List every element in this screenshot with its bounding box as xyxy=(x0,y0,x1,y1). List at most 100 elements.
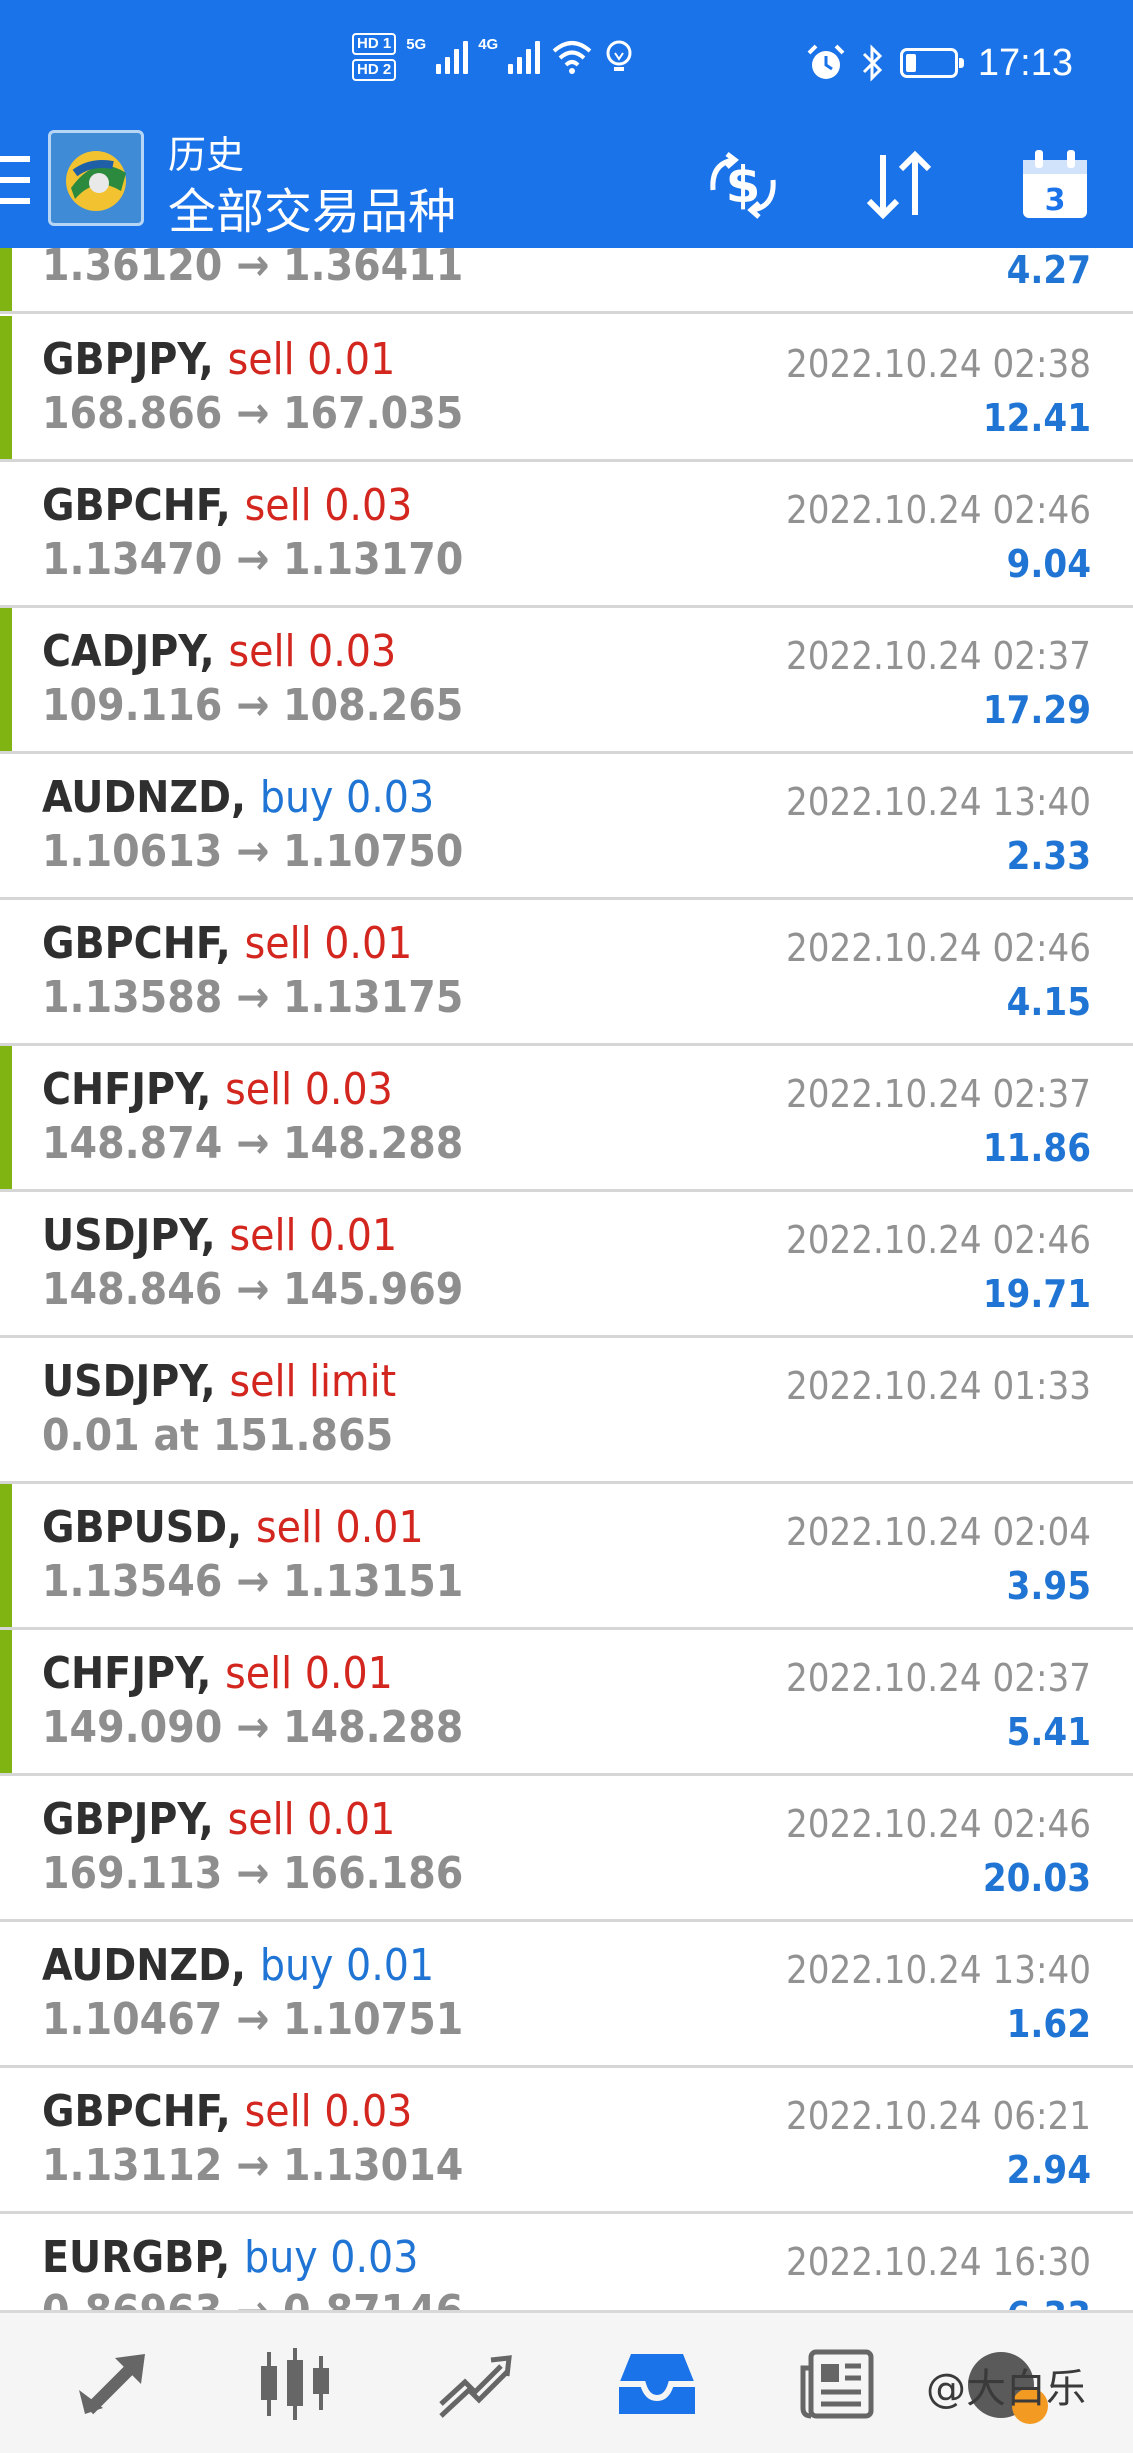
list-item[interactable]: CHFJPY, sell 0.01 149.090 → 148.288 2022… xyxy=(0,1630,1133,1776)
price-line: 148.846 → 145.969 xyxy=(42,1264,464,1315)
nav-trade[interactable] xyxy=(430,2339,520,2429)
deal-label: sell 0.03 xyxy=(225,1064,393,1115)
alarm-icon xyxy=(807,44,845,79)
symbol-filter-title[interactable]: 全部交易品种 xyxy=(168,172,456,242)
symbol-label: GBPCHF, xyxy=(42,918,231,969)
deal-label: sell 0.01 xyxy=(244,918,413,969)
price-line: 1.10467 → 1.10751 xyxy=(42,1994,464,2045)
status-time: 17:13 xyxy=(977,41,1073,84)
watermark: @大白乐 xyxy=(926,2338,1133,2428)
profit-value: 9.04 xyxy=(1006,542,1091,586)
deal-label: buy 0.03 xyxy=(259,772,435,823)
trade-time: 2022.10.24 02:46 xyxy=(785,926,1091,970)
trade-time: 2022.10.24 02:38 xyxy=(785,342,1091,386)
trade-line-icon xyxy=(439,2355,512,2418)
list-item[interactable]: USDJPY, sell 0.01 148.846 → 145.969 2022… xyxy=(0,1192,1133,1338)
sort-button[interactable] xyxy=(856,142,942,228)
profit-value: 2.33 xyxy=(1006,834,1091,878)
deal-label: sell 0.01 xyxy=(229,1210,398,1261)
sort-arrows-icon xyxy=(866,150,932,220)
nav-history[interactable] xyxy=(612,2339,702,2429)
list-item[interactable]: AUDNZD, buy 0.03 1.10613 → 1.10750 2022.… xyxy=(0,754,1133,900)
app-bar: 历史 全部交易品种 $ 3 xyxy=(0,120,1133,248)
network-5g-label: 5G xyxy=(406,36,427,53)
price-line: 1.13112 → 1.13014 xyxy=(42,2140,464,2191)
price-line: 169.113 → 166.186 xyxy=(42,1848,464,1899)
list-item[interactable]: USDJPY, sell limit 0.01 at 151.865 2022.… xyxy=(0,1338,1133,1484)
nav-news[interactable] xyxy=(792,2339,882,2429)
menu-icon[interactable] xyxy=(0,156,30,204)
symbol-label: EURGBP, xyxy=(42,2232,231,2283)
deal-label: sell limit xyxy=(229,1356,397,1407)
deal-label: sell 0.01 xyxy=(256,1502,424,1553)
price-line: 1.13588 → 1.13175 xyxy=(42,972,464,1023)
profit-value: 5.41 xyxy=(1006,1710,1091,1754)
price-line: 148.874 → 148.288 xyxy=(42,1118,464,1169)
price-line: 149.090 → 148.288 xyxy=(42,1702,464,1753)
price-line: 0.86963 → 0.87146 xyxy=(42,2286,463,2310)
battery-icon xyxy=(899,48,964,78)
symbol-label: GBPCHF, xyxy=(42,480,231,531)
signal-group: HD 1 HD 2 5G 4G xyxy=(352,30,634,84)
list-item[interactable]: CHFJPY, sell 0.03 148.874 → 148.288 2022… xyxy=(0,1046,1133,1192)
deal-label: buy 0.01 xyxy=(259,1940,435,1991)
trade-time: 2022.10.24 16:30 xyxy=(785,2240,1091,2284)
symbol-label: CHFJPY, xyxy=(42,1064,212,1115)
quotes-arrows-icon xyxy=(79,2354,145,2415)
profit-value: 4.15 xyxy=(1006,980,1091,1024)
deal-label: sell 0.01 xyxy=(227,1794,396,1845)
profit-value: 11.86 xyxy=(982,1126,1091,1170)
list-item[interactable]: GBPCHF, sell 0.03 1.13470 → 1.13170 2022… xyxy=(0,462,1133,608)
profit-value: 1.62 xyxy=(1006,2002,1091,2046)
deal-label: sell 0.03 xyxy=(244,480,413,531)
currency-exchange-button[interactable]: $ xyxy=(700,142,786,228)
list-item[interactable]: CADJPY, sell 0.03 109.116 → 108.265 2022… xyxy=(0,608,1133,754)
trade-time: 2022.10.24 02:04 xyxy=(785,1510,1091,1554)
price-line: 1.36120 → 1.36411 xyxy=(42,248,464,291)
deal-label: sell 0.01 xyxy=(225,1648,393,1699)
list-item[interactable]: 1.36120 → 1.36411 4.27 xyxy=(0,248,1133,314)
list-item[interactable]: GBPUSD, sell 0.01 1.13546 → 1.13151 2022… xyxy=(0,1484,1133,1630)
trade-time: 2022.10.24 02:46 xyxy=(785,488,1091,532)
symbol-label: GBPJPY, xyxy=(42,334,214,385)
deal-label: sell 0.03 xyxy=(228,626,397,677)
symbol-label: CADJPY, xyxy=(42,626,215,677)
nav-quotes[interactable] xyxy=(70,2339,160,2429)
trade-time: 2022.10.24 02:37 xyxy=(785,634,1091,678)
symbol-label: GBPJPY, xyxy=(42,1794,214,1845)
list-item[interactable]: EURGBP, buy 0.03 0.86963 → 0.87146 2022.… xyxy=(0,2214,1133,2310)
trade-time: 2022.10.24 02:46 xyxy=(785,1802,1091,1846)
list-item[interactable]: AUDNZD, buy 0.01 1.10467 → 1.10751 2022.… xyxy=(0,1922,1133,2068)
price-line: 1.13546 → 1.13151 xyxy=(42,1556,464,1607)
deal-label: sell 0.01 xyxy=(227,334,396,385)
symbol-label: AUDNZD, xyxy=(42,772,247,823)
hd2-badge: HD 2 xyxy=(352,59,397,81)
profit-value: 2.94 xyxy=(1006,2148,1091,2192)
profit-value: 6.33 xyxy=(1007,2294,1091,2310)
list-item[interactable]: GBPJPY, sell 0.01 168.866 → 167.035 2022… xyxy=(0,316,1133,462)
hd1-badge: HD 1 xyxy=(352,33,397,55)
list-item[interactable]: GBPCHF, sell 0.01 1.13588 → 1.13175 2022… xyxy=(0,900,1133,1046)
price-line: 0.01 at 151.865 xyxy=(42,1410,394,1461)
nav-chart[interactable] xyxy=(250,2339,340,2429)
currency-exchange-icon: $ xyxy=(710,152,776,219)
trade-time: 2022.10.24 02:46 xyxy=(785,1218,1091,1262)
trade-history-list[interactable]: 1.36120 → 1.36411 4.27 GBPJPY, sell 0.01… xyxy=(0,248,1133,2310)
calendar-icon: 3 xyxy=(1023,150,1087,218)
list-item[interactable]: GBPJPY, sell 0.01 169.113 → 166.186 2022… xyxy=(0,1776,1133,1922)
history-inbox-icon xyxy=(619,2354,695,2414)
trade-time: 2022.10.24 13:40 xyxy=(785,1948,1091,1992)
trade-time: 2022.10.24 13:40 xyxy=(785,780,1091,824)
price-line: 168.866 → 167.035 xyxy=(42,388,464,439)
symbol-label: USDJPY, xyxy=(42,1210,216,1261)
list-item[interactable]: GBPCHF, sell 0.03 1.13112 → 1.13014 2022… xyxy=(0,2068,1133,2214)
price-line: 1.10613 → 1.10750 xyxy=(42,826,464,877)
calendar-button[interactable]: 3 xyxy=(1012,142,1098,228)
deal-label: sell 0.03 xyxy=(244,2086,413,2137)
page-title: 历史 xyxy=(168,133,245,177)
bulb-icon xyxy=(606,40,632,71)
metatrader-logo-icon xyxy=(48,130,144,226)
symbol-label: CHFJPY, xyxy=(42,1648,212,1699)
symbol-label: GBPCHF, xyxy=(42,2086,231,2137)
profit-value: 4.27 xyxy=(1006,248,1091,292)
